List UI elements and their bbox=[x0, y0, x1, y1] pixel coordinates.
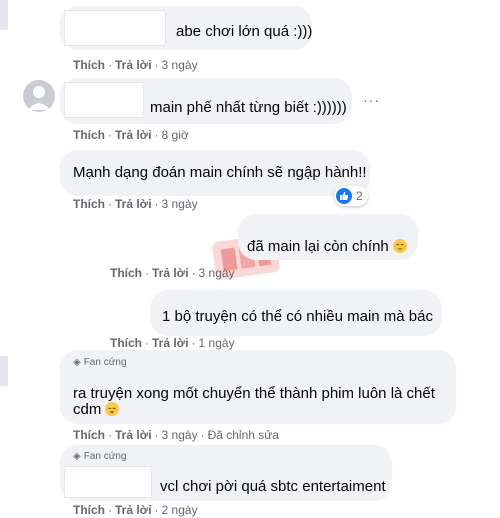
reply-button[interactable]: Trả lời bbox=[152, 266, 189, 280]
reaction-summary[interactable]: 2 bbox=[334, 186, 368, 206]
like-button[interactable]: Thích bbox=[73, 128, 105, 142]
comment-actions: Thích · Trả lời · 3 ngày bbox=[73, 58, 198, 72]
redacted-name bbox=[64, 10, 166, 46]
redacted-name bbox=[64, 466, 152, 498]
comment-text-line: ra truyện xong mốt chuyển thể thành phim… bbox=[73, 385, 435, 402]
reply-button[interactable]: Trả lời bbox=[115, 503, 152, 517]
more-options-icon[interactable]: ··· bbox=[363, 92, 380, 108]
sleeping-emoji-icon bbox=[105, 402, 120, 416]
relieved-emoji-icon bbox=[392, 239, 407, 253]
left-edge-strip bbox=[0, 356, 8, 386]
comment-text: đã main lại còn chính bbox=[247, 237, 407, 257]
comment-time: 3 ngày bbox=[161, 58, 198, 72]
like-button[interactable]: Thích bbox=[73, 197, 105, 211]
reply-button[interactable]: Trả lời bbox=[115, 58, 152, 72]
comment-actions: Thích · Trả lời · 3 ngày · Đã chỉnh sửa bbox=[73, 428, 279, 442]
avatar[interactable] bbox=[23, 80, 55, 112]
comment-time: 1 ngày bbox=[198, 336, 235, 350]
diamond-icon: ◈ bbox=[73, 357, 81, 368]
comment-time: 3 ngày bbox=[161, 197, 198, 211]
like-button[interactable]: Thích bbox=[110, 336, 142, 350]
comment-time: 3 ngày bbox=[161, 428, 198, 442]
comment-actions: Thích · Trả lời · 8 giờ bbox=[73, 128, 189, 142]
like-button[interactable]: Thích bbox=[73, 58, 105, 72]
default-avatar-icon bbox=[28, 86, 50, 110]
comment-time: 8 giờ bbox=[161, 128, 189, 142]
top-fan-badge: ◈ Fan cứng bbox=[73, 451, 127, 462]
like-button[interactable]: Thích bbox=[73, 503, 105, 517]
comment-text-line: cdm bbox=[73, 400, 120, 420]
diamond-icon: ◈ bbox=[73, 451, 81, 462]
comment-actions: Thích · Trả lời · 3 ngày bbox=[73, 197, 198, 211]
reply-button[interactable]: Trả lời bbox=[115, 128, 152, 142]
reply-button[interactable]: Trả lời bbox=[115, 428, 152, 442]
comment-actions: Thích · Trả lời · 1 ngày bbox=[110, 336, 235, 350]
reply-button[interactable]: Trả lời bbox=[115, 197, 152, 211]
edited-label[interactable]: Đã chỉnh sửa bbox=[208, 428, 279, 442]
reaction-count: 2 bbox=[356, 189, 363, 203]
comment-time: 2 ngày bbox=[161, 503, 198, 517]
like-reaction-icon bbox=[336, 188, 352, 204]
comment-text: main phế nhất từng biết :)))))) bbox=[150, 99, 347, 116]
top-fan-badge: ◈ Fan cứng bbox=[73, 357, 127, 368]
like-button[interactable]: Thích bbox=[110, 266, 142, 280]
comment-text: Mạnh dạng đoán main chính sẽ ngập hành!! bbox=[73, 164, 367, 181]
left-edge-strip bbox=[0, 0, 8, 30]
comment-text: 1 bộ truyện có thể có nhiều main mà bác bbox=[162, 308, 433, 325]
reply-button[interactable]: Trả lời bbox=[152, 336, 189, 350]
like-button[interactable]: Thích bbox=[73, 428, 105, 442]
comment-time: 3 ngày bbox=[198, 266, 235, 280]
redacted-name bbox=[64, 82, 144, 118]
comment-actions: Thích · Trả lời · 3 ngày bbox=[110, 266, 235, 280]
comment-text: vcl chơi pời quá sbtc entertaiment bbox=[160, 478, 386, 495]
comment-text: abe chơi lớn quá :))) bbox=[176, 23, 313, 40]
